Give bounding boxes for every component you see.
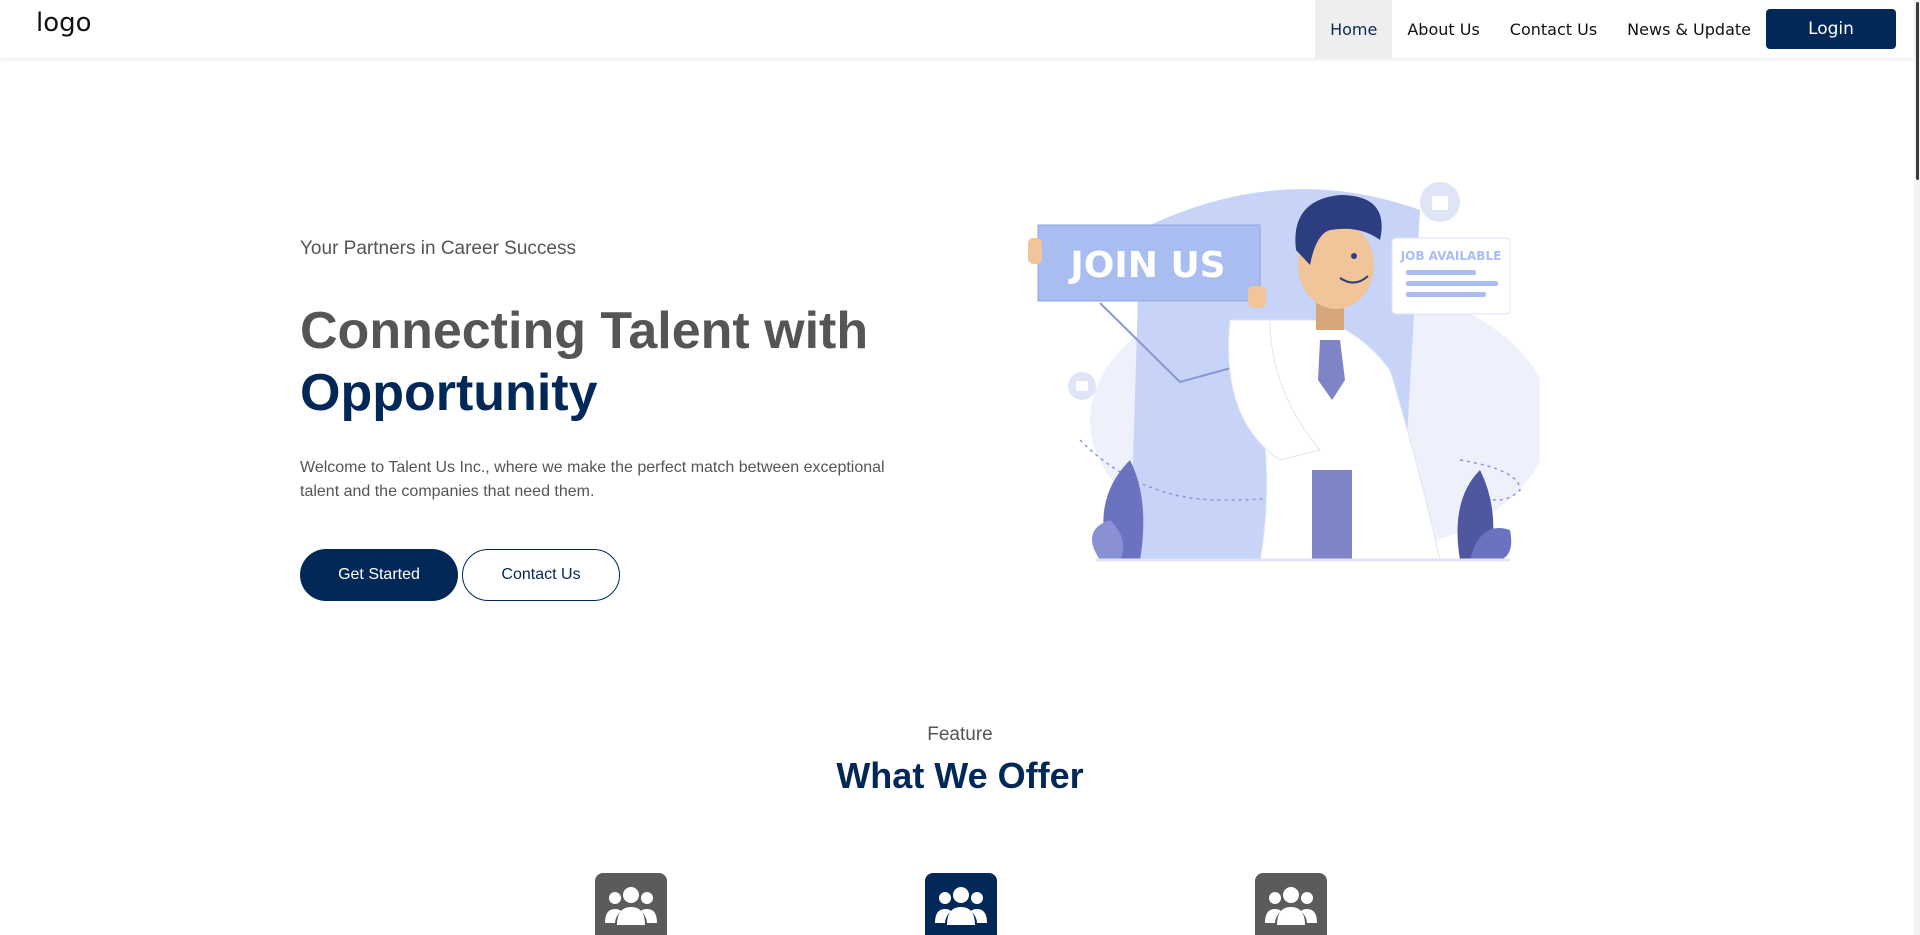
nav-item-contact-us[interactable]: Contact Us bbox=[1495, 0, 1612, 58]
scrollbar-thumb[interactable] bbox=[1916, 2, 1919, 180]
site-logo[interactable]: logo bbox=[36, 8, 92, 38]
hero-title-accent: Opportunity bbox=[300, 364, 598, 422]
hero-subtitle: Your Partners in Career Success bbox=[300, 238, 576, 259]
nav-item-about-us[interactable]: About Us bbox=[1392, 0, 1494, 58]
join-us-sign-text: JOIN US bbox=[1067, 245, 1225, 286]
nav-item-home[interactable]: Home bbox=[1315, 0, 1393, 58]
hero-description: Welcome to Talent Us Inc., where we make… bbox=[300, 459, 885, 500]
nav-item-news-update[interactable]: News & Update bbox=[1612, 0, 1766, 58]
job-available-text: JOB AVAILABLE bbox=[1400, 249, 1502, 263]
feature-section-label: Feature bbox=[927, 724, 993, 745]
users-icon bbox=[935, 887, 987, 925]
users-icon bbox=[1265, 887, 1317, 925]
hero-title-line1: Connecting Talent with bbox=[300, 302, 869, 360]
get-started-button[interactable]: Get Started bbox=[300, 549, 458, 601]
feature-card-3-icon[interactable] bbox=[1255, 873, 1327, 935]
top-navbar: logo Home About Us Contact Us News & Upd… bbox=[0, 0, 1914, 58]
feature-card-2-icon[interactable] bbox=[925, 873, 997, 935]
feature-section-title: What We Offer bbox=[836, 755, 1084, 796]
hero-title: Connecting Talent with Opportunity bbox=[300, 300, 868, 424]
feature-card-1-icon[interactable] bbox=[595, 873, 667, 935]
users-icon bbox=[605, 887, 657, 925]
join-us-illustration: JOIN US JOB AVAILABLE bbox=[1028, 182, 1540, 562]
main-nav: Home About Us Contact Us News & Update L… bbox=[1315, 0, 1896, 58]
login-button[interactable]: Login bbox=[1766, 9, 1896, 49]
contact-us-button[interactable]: Contact Us bbox=[462, 549, 620, 601]
